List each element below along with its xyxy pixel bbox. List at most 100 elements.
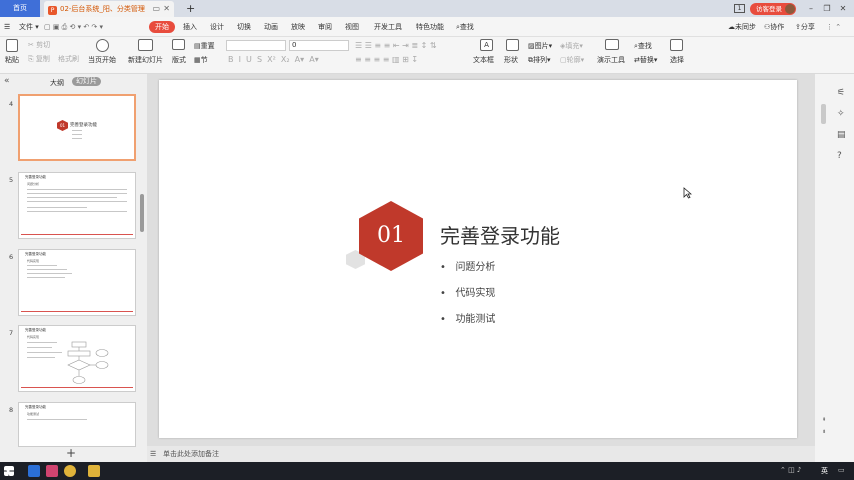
tab-review[interactable]: 审阅 (318, 21, 332, 33)
tab-transition[interactable]: 切换 (237, 21, 251, 33)
login-button[interactable]: 访客登录 (750, 2, 796, 15)
format-painter-label: 格式刷 (58, 55, 79, 63)
font-name-select[interactable] (226, 40, 286, 51)
slide-thumbnail[interactable]: 完善登录功能 代码实现 (18, 325, 136, 392)
template-icon[interactable]: ▤ (837, 130, 846, 140)
slides-tab[interactable]: 幻灯片 (72, 77, 101, 86)
play-current-button[interactable]: 当页开始 (88, 39, 116, 64)
window-count-badge[interactable]: 1 (734, 4, 745, 13)
tab-window-icon[interactable]: ▭ (152, 1, 160, 17)
input-language[interactable]: 英 (821, 466, 828, 476)
search-label: 查找 (459, 23, 474, 31)
quick-access-toolbar[interactable]: ▢ ▣ ⎙ ⟲ ▾ ↶ ↷ ▾ (44, 21, 103, 33)
copy-icon: ⎘ (28, 55, 34, 63)
pin-icon[interactable]: ✧ (837, 109, 845, 119)
picture-icon: ▨ (528, 42, 535, 50)
paragraph-buttons[interactable]: ☰ ☰ ≡ ≡ ⇤ ⇥ ≣ ↕ ⇅ (355, 41, 437, 50)
format-buttons[interactable]: B I U S X² X₂ A▾ A▾ (228, 55, 319, 64)
tab-developer[interactable]: 开发工具 (374, 21, 402, 33)
home-tab[interactable]: 首页 (0, 0, 40, 17)
thumb-title: 完善登录功能 (70, 123, 97, 128)
new-slide-button[interactable]: 新建幻灯片 (128, 39, 163, 64)
tab-start[interactable]: 开始 (149, 21, 175, 33)
tab-close-icon[interactable]: ✕ (163, 1, 170, 17)
collab-button[interactable]: ⚇协作 (764, 21, 784, 33)
outline-button[interactable]: ▢轮廓▾ (560, 55, 584, 65)
taskbar-app-icon[interactable] (28, 465, 40, 477)
slide-thumbnail[interactable]: 完善登录功能 功能测试 (18, 402, 136, 447)
menu-file[interactable]: 文件 ▾ (19, 21, 39, 33)
tab-animation[interactable]: 动画 (264, 21, 278, 33)
shape-icon (506, 39, 519, 51)
tab-features[interactable]: 特色功能 (416, 21, 444, 33)
notes-bar[interactable]: ☰ 单击此处添加备注 (147, 446, 815, 462)
slide-thumbnail[interactable]: 完善登录功能 代码实现 (18, 249, 136, 316)
slide-thumbnail[interactable]: 01 完善登录功能 (18, 94, 136, 161)
restore-button[interactable]: ❐ (820, 4, 834, 13)
copy-label: 复制 (35, 55, 50, 63)
shape-button[interactable]: 形状 (504, 39, 519, 64)
play-icon (96, 39, 109, 52)
sync-status[interactable]: ☁未同步 (728, 21, 756, 33)
select-icon (670, 39, 683, 51)
reset-button[interactable]: ▤重置 (194, 41, 215, 51)
outline-tab[interactable]: 大纲 (50, 78, 64, 88)
document-tab[interactable]: P 02-后台系统_阳、分类管理 ▭ ✕ (44, 1, 174, 17)
font-size-select[interactable]: 0 (289, 40, 349, 51)
minimize-button[interactable]: – (804, 4, 818, 13)
tab-design[interactable]: 设计 (210, 21, 224, 33)
arrange-button[interactable]: ⧉排列▾ (528, 55, 551, 65)
avatar (785, 3, 795, 14)
text-box-button[interactable]: A 文本框 (473, 39, 494, 64)
collapse-panel-icon[interactable]: « (4, 76, 10, 86)
tab-slideshow[interactable]: 放映 (291, 21, 305, 33)
find-button[interactable]: ⌕查找 (634, 41, 652, 51)
page-up-icon[interactable]: ⇞ (822, 417, 826, 423)
bullet-item: • 代码实现 (440, 288, 496, 299)
find-label: 查找 (637, 42, 652, 50)
close-button[interactable]: ✕ (836, 4, 850, 13)
new-tab-button[interactable]: + (186, 0, 195, 17)
outline-label: 轮廓 (566, 56, 581, 64)
bullet-item: • 问题分析 (440, 262, 496, 273)
share-button[interactable]: ⇪分享 (795, 21, 815, 33)
tab-insert[interactable]: 插入 (183, 21, 197, 33)
align-buttons[interactable]: ≡ ≡ ≡ ≡ ▥ ⊞ ↧ (355, 55, 418, 64)
add-slide-button[interactable]: + (66, 446, 76, 460)
tab-view[interactable]: 视图 (345, 21, 359, 33)
vertical-scrollbar[interactable] (821, 104, 826, 124)
layout-button[interactable]: 版式 (172, 39, 186, 64)
folder-icon[interactable] (88, 465, 100, 477)
taskbar-app-icon[interactable] (46, 465, 58, 477)
section-label: 节 (200, 56, 208, 64)
properties-icon[interactable]: ⚟ (837, 88, 845, 98)
help-icon[interactable]: ? (837, 151, 842, 161)
notification-icon[interactable]: ▭ (838, 466, 845, 474)
outline-icon: ▢ (560, 56, 567, 64)
page-down-icon[interactable]: ⇟ (822, 429, 826, 435)
replace-button[interactable]: ⇄替换▾ (634, 55, 657, 65)
paste-button[interactable]: 粘贴 (5, 39, 19, 64)
cut-button[interactable]: ✂ 剪切 (28, 40, 50, 50)
more-options[interactable]: ⋮ ⌃ (826, 21, 841, 33)
menu-icon[interactable]: ☰ (4, 21, 10, 33)
section-button[interactable]: ▦节 (194, 55, 208, 65)
panel-scrollbar[interactable] (140, 194, 144, 232)
select-button[interactable]: 选择 (670, 39, 684, 64)
bullet-text: 问题分析 (455, 262, 496, 273)
fill-button[interactable]: ◈填充▾ (560, 41, 583, 51)
search-box[interactable]: ⌕查找 (456, 21, 474, 33)
format-painter-button[interactable]: 格式刷 (58, 54, 79, 64)
layout-icon (172, 39, 185, 50)
system-tray-icons[interactable]: ⌃ ◫ ♪ (780, 466, 801, 474)
text-box-icon: A (480, 39, 493, 51)
copy-button[interactable]: ⎘ 复制 (28, 54, 50, 64)
thumb-flowchart (67, 341, 109, 384)
picture-button[interactable]: ▨图片▾ (528, 41, 552, 51)
main-slide[interactable]: 01 完善登录功能 • 问题分析 • 代码实现 • 功能测试 (159, 80, 797, 438)
presentation-tools-button[interactable]: 演示工具 (597, 39, 625, 64)
start-icon[interactable] (4, 466, 14, 476)
browser-icon[interactable] (64, 465, 76, 477)
thumb-title: 完善登录功能 (25, 328, 46, 332)
slide-thumbnail[interactable]: 完善登录功能 问题分析 (18, 172, 136, 239)
